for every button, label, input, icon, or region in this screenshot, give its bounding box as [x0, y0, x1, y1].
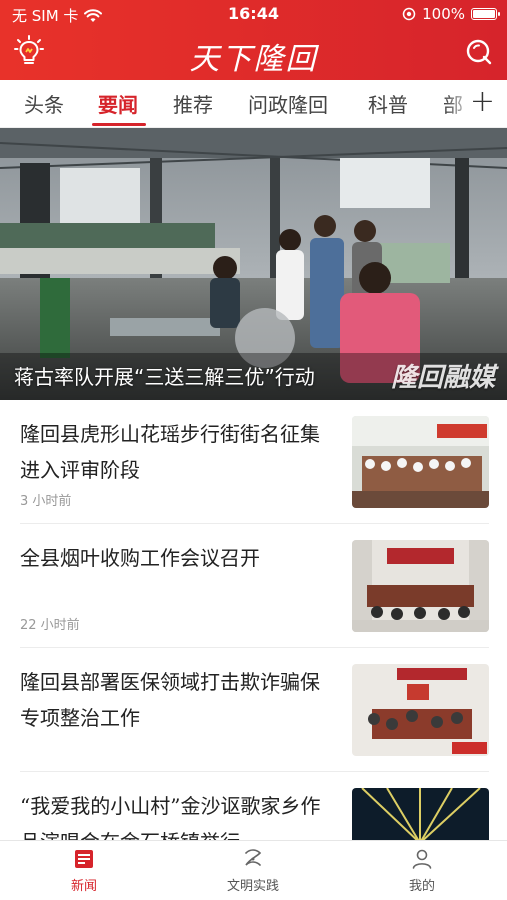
news-time: 22 小时前 [20, 618, 80, 633]
app-header: 无 SIM 卡 16:44 100% 天下隆回 [0, 0, 507, 80]
news-title: 隆回县虎形山花瑶步行街街名征集进入评审阶段 [20, 422, 320, 482]
nav-news-label: 新闻 [70, 879, 97, 894]
news-title: 全县烟叶收购工作会议召开 [20, 546, 260, 570]
active-tab-indicator [92, 123, 146, 126]
bottom-navigation: 新闻 文明实践 我的 [0, 840, 507, 900]
profile-icon [412, 849, 432, 869]
news-item[interactable]: 隆回县部署医保领域打击欺诈骗保专项整治工作 [0, 648, 507, 772]
news-item[interactable]: 隆回县虎形山花瑶步行街街名征集进入评审阶段 3 小时前 [0, 400, 507, 524]
tab-wenzheng-longhui[interactable]: 问政隆回 [248, 89, 328, 118]
search-icon[interactable] [465, 38, 493, 66]
nav-civilization-practice[interactable]: 文明实践 [193, 847, 313, 894]
news-thumbnail [352, 416, 489, 508]
news-time: 3 小时前 [20, 494, 72, 509]
banner-caption: 蒋古率队开展“三送三解三优”行动 [14, 365, 315, 389]
channel-tabs: 头条 要闻 推荐 问政隆回 科普 部 + [0, 80, 507, 128]
tab-recommended[interactable]: 推荐 [173, 89, 213, 118]
app-screen: 无 SIM 卡 16:44 100% 天下隆回 头条 要闻 推荐 问政隆回 科普… [0, 0, 507, 900]
brand-bar: 天下隆回 [0, 28, 507, 80]
add-channel-button[interactable]: + [470, 84, 495, 120]
civilization-icon [245, 849, 262, 866]
battery-percent: 100% [422, 5, 465, 23]
news-title: 隆回县部署医保领域打击欺诈骗保专项整治工作 [20, 670, 320, 730]
nav-profile-label: 我的 [408, 879, 435, 894]
tab-headlines[interactable]: 头条 [24, 89, 64, 118]
nav-news[interactable]: 新闻 [24, 847, 144, 894]
banner-watermark: 隆回融媒 [390, 363, 495, 393]
news-thumbnail [352, 664, 489, 756]
news-item[interactable]: 全县烟叶收购工作会议召开 22 小时前 [0, 524, 507, 648]
nav-profile[interactable]: 我的 [362, 847, 482, 894]
news-icon [75, 850, 93, 868]
banner-carousel[interactable]: 蒋古率队开展“三送三解三优”行动 隆回融媒 [0, 128, 507, 400]
status-right: 100% [402, 5, 500, 23]
nav-civilization-label: 文明实践 [226, 879, 279, 894]
tab-important-news[interactable]: 要闻 [98, 89, 138, 118]
status-bar: 无 SIM 卡 16:44 100% [0, 0, 507, 28]
battery-icon [471, 8, 500, 20]
orientation-lock-icon [402, 7, 416, 21]
tab-science[interactable]: 科普 [368, 89, 408, 118]
news-thumbnail [352, 540, 489, 632]
app-logo: 天下隆回 [189, 42, 318, 77]
